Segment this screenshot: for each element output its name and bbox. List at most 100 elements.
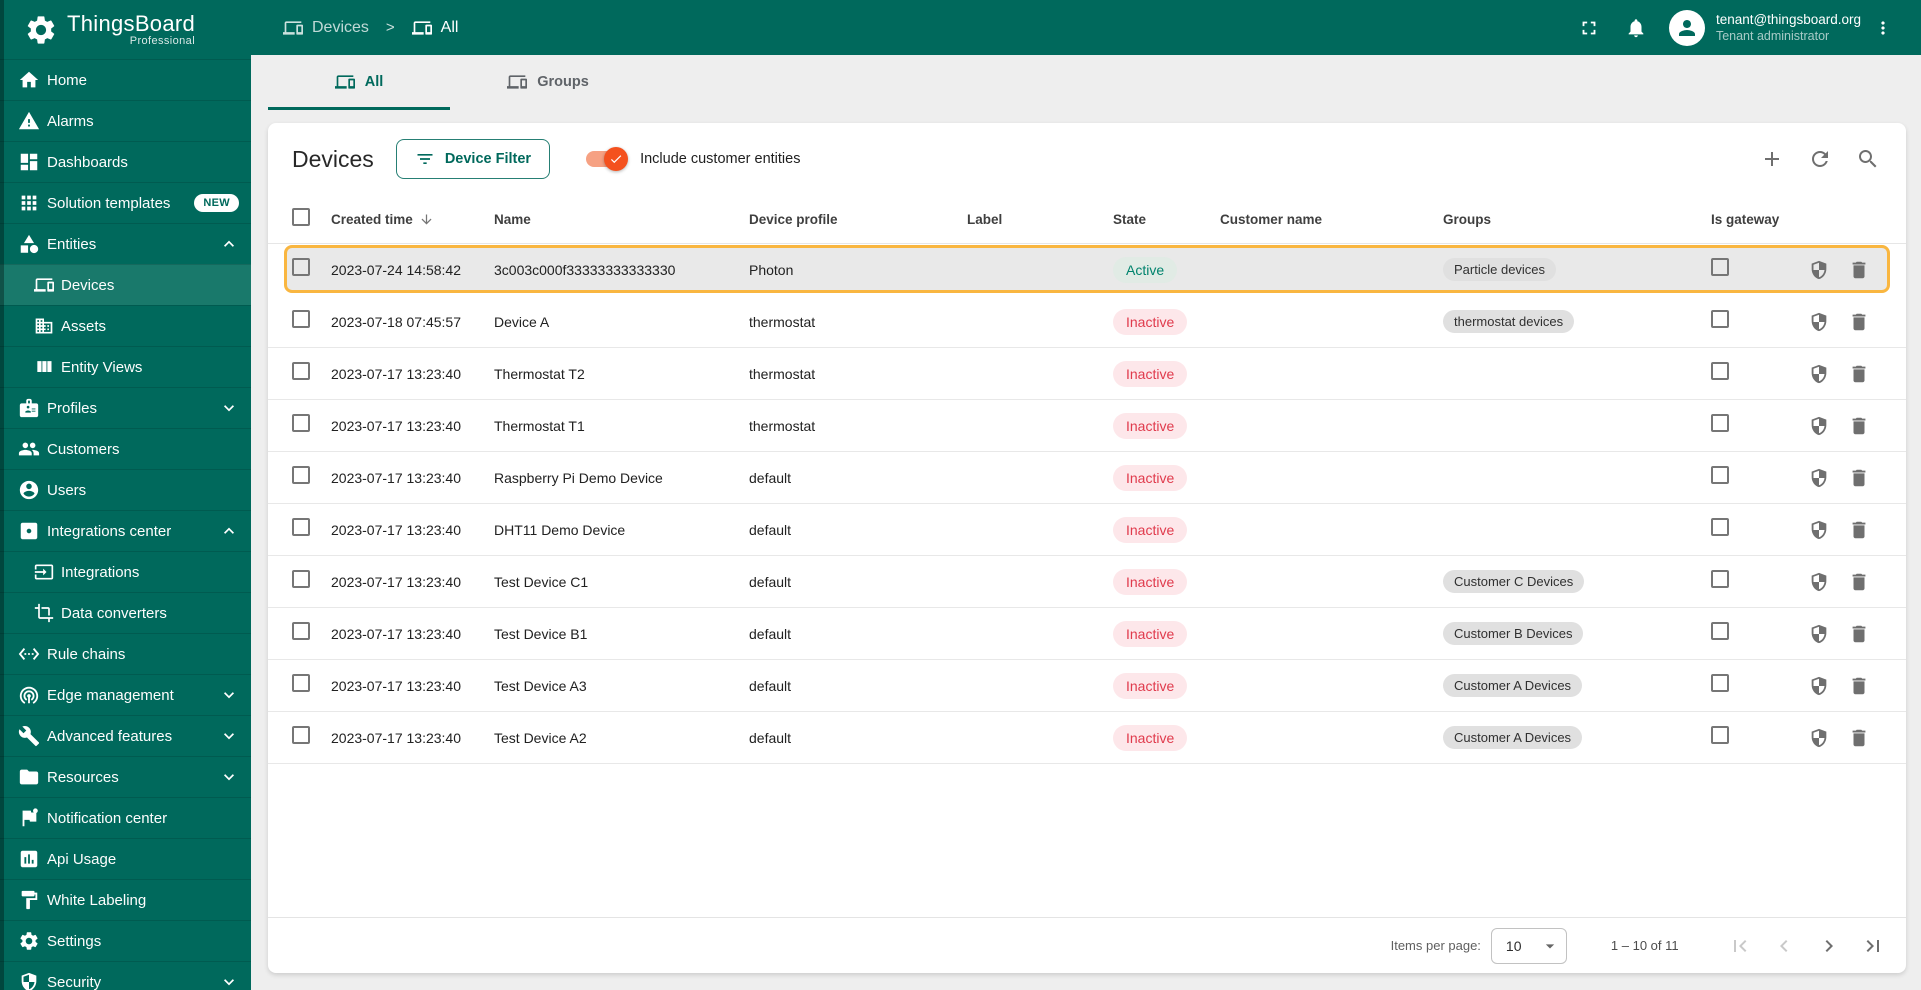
row-checkbox[interactable] [292,310,310,328]
delete-button[interactable] [1839,250,1879,290]
page-size-select[interactable]: 10 [1490,927,1567,964]
notifications-button[interactable] [1625,17,1647,39]
table-row-3c003c000f33333333333330[interactable]: 2023-07-24 14:58:42 3c003c000f3333333333… [268,244,1906,296]
logo[interactable]: ThingsBoard Professional [0,0,251,59]
sidebar-item-devices[interactable]: Devices [0,264,251,305]
sidebar-item-alarms[interactable]: Alarms [0,100,251,141]
refresh-button[interactable] [1800,139,1840,179]
row-checkbox[interactable] [292,466,310,484]
column-header-is-gateway[interactable]: Is gateway [1690,212,1799,227]
group-chip[interactable]: thermostat devices [1443,310,1575,333]
row-checkbox[interactable] [292,362,310,380]
delete-button[interactable] [1839,302,1879,342]
manage-credentials-button[interactable] [1799,718,1839,758]
manage-credentials-button[interactable] [1799,302,1839,342]
table-row-test-device-b1[interactable]: 2023-07-17 13:23:40 Test Device B1 defau… [268,608,1906,660]
row-checkbox[interactable] [292,726,310,744]
delete-button[interactable] [1839,666,1879,706]
fullscreen-button[interactable] [1578,17,1600,39]
gateway-checkbox[interactable] [1711,258,1729,276]
sidebar-item-entity-views[interactable]: Entity Views [0,346,251,387]
more-menu-button[interactable] [1873,18,1893,38]
manage-credentials-button[interactable] [1799,614,1839,654]
avatar[interactable] [1668,9,1705,46]
user-info[interactable]: tenant@thingsboard.org Tenant administra… [1716,11,1861,45]
sidebar-item-security[interactable]: Security [0,961,251,990]
row-checkbox[interactable] [292,414,310,432]
add-device-button[interactable] [1752,139,1792,179]
row-checkbox[interactable] [292,674,310,692]
table-row-test-device-a2[interactable]: 2023-07-17 13:23:40 Test Device A2 defau… [268,712,1906,764]
group-chip[interactable]: Customer A Devices [1443,726,1583,749]
chevron-right-button[interactable] [1809,926,1849,966]
sidebar-item-notification-center[interactable]: Notification center [0,797,251,838]
gateway-checkbox[interactable] [1711,622,1729,640]
group-chip[interactable]: Customer A Devices [1443,674,1583,697]
column-header-groups[interactable]: Groups [1422,212,1690,227]
gateway-checkbox[interactable] [1711,414,1729,432]
gateway-checkbox[interactable] [1711,674,1729,692]
delete-button[interactable] [1839,406,1879,446]
sidebar-item-data-converters[interactable]: Data converters [0,592,251,633]
sidebar-item-resources[interactable]: Resources [0,756,251,797]
column-header-state[interactable]: State [1092,212,1199,227]
row-checkbox[interactable] [292,518,310,536]
sidebar-item-home[interactable]: Home [0,59,251,100]
sidebar-item-solution-templates[interactable]: Solution templates NEW [0,182,251,223]
group-chip[interactable]: Particle devices [1443,258,1557,281]
breadcrumb-devices[interactable]: Devices [312,19,369,37]
sidebar-item-settings[interactable]: Settings [0,920,251,961]
gateway-checkbox[interactable] [1711,466,1729,484]
delete-button[interactable] [1839,458,1879,498]
manage-credentials-button[interactable] [1799,562,1839,602]
tab-groups[interactable]: Groups [450,55,646,110]
delete-button[interactable] [1839,614,1879,654]
manage-credentials-button[interactable] [1799,406,1839,446]
column-header-name[interactable]: Name [473,212,728,227]
group-chip[interactable]: Customer C Devices [1443,570,1585,593]
manage-credentials-button[interactable] [1799,250,1839,290]
manage-credentials-button[interactable] [1799,510,1839,550]
sidebar-item-assets[interactable]: Assets [0,305,251,346]
manage-credentials-button[interactable] [1799,666,1839,706]
select-all-checkbox[interactable] [292,207,310,226]
delete-button[interactable] [1839,354,1879,394]
sidebar-item-integrations-center[interactable]: Integrations center [0,510,251,551]
column-header-customer-name[interactable]: Customer name [1199,212,1422,227]
sidebar-item-integrations[interactable]: Integrations [0,551,251,592]
column-header-device-profile[interactable]: Device profile [728,212,946,227]
row-checkbox[interactable] [292,622,310,640]
gateway-checkbox[interactable] [1711,570,1729,588]
sidebar-item-users[interactable]: Users [0,469,251,510]
gateway-checkbox[interactable] [1711,726,1729,744]
table-row-thermostat-t2[interactable]: 2023-07-17 13:23:40 Thermostat T2 thermo… [268,348,1906,400]
group-chip[interactable]: Customer B Devices [1443,622,1584,645]
manage-credentials-button[interactable] [1799,354,1839,394]
delete-button[interactable] [1839,562,1879,602]
column-header-label[interactable]: Label [946,212,1092,227]
gateway-checkbox[interactable] [1711,518,1729,536]
table-row-test-device-c1[interactable]: 2023-07-17 13:23:40 Test Device C1 defau… [268,556,1906,608]
sidebar-item-entities[interactable]: Entities [0,223,251,264]
device-filter-button[interactable]: Device Filter [395,139,551,179]
sidebar-item-rule-chains[interactable]: Rule chains [0,633,251,674]
gateway-checkbox[interactable] [1711,310,1729,328]
sidebar-item-customers[interactable]: Customers [0,428,251,469]
sidebar-item-edge-management[interactable]: Edge management [0,674,251,715]
table-row-device-a[interactable]: 2023-07-18 07:45:57 Device A thermostat … [268,296,1906,348]
table-row-raspberry-pi-demo-device[interactable]: 2023-07-17 13:23:40 Raspberry Pi Demo De… [268,452,1906,504]
sidebar-item-api-usage[interactable]: Api Usage [0,838,251,879]
sidebar-item-advanced-features[interactable]: Advanced features [0,715,251,756]
include-customer-entities-toggle[interactable] [586,147,629,171]
manage-credentials-button[interactable] [1799,458,1839,498]
table-row-thermostat-t1[interactable]: 2023-07-17 13:23:40 Thermostat T1 thermo… [268,400,1906,452]
row-checkbox[interactable] [292,258,310,276]
table-row-test-device-a3[interactable]: 2023-07-17 13:23:40 Test Device A3 defau… [268,660,1906,712]
tab-all[interactable]: All [268,55,450,110]
delete-button[interactable] [1839,510,1879,550]
sidebar-item-profiles[interactable]: Profiles [0,387,251,428]
sidebar-item-dashboards[interactable]: Dashboards [0,141,251,182]
gateway-checkbox[interactable] [1711,362,1729,380]
search-button[interactable] [1848,139,1888,179]
sidebar-item-white-labeling[interactable]: White Labeling [0,879,251,920]
